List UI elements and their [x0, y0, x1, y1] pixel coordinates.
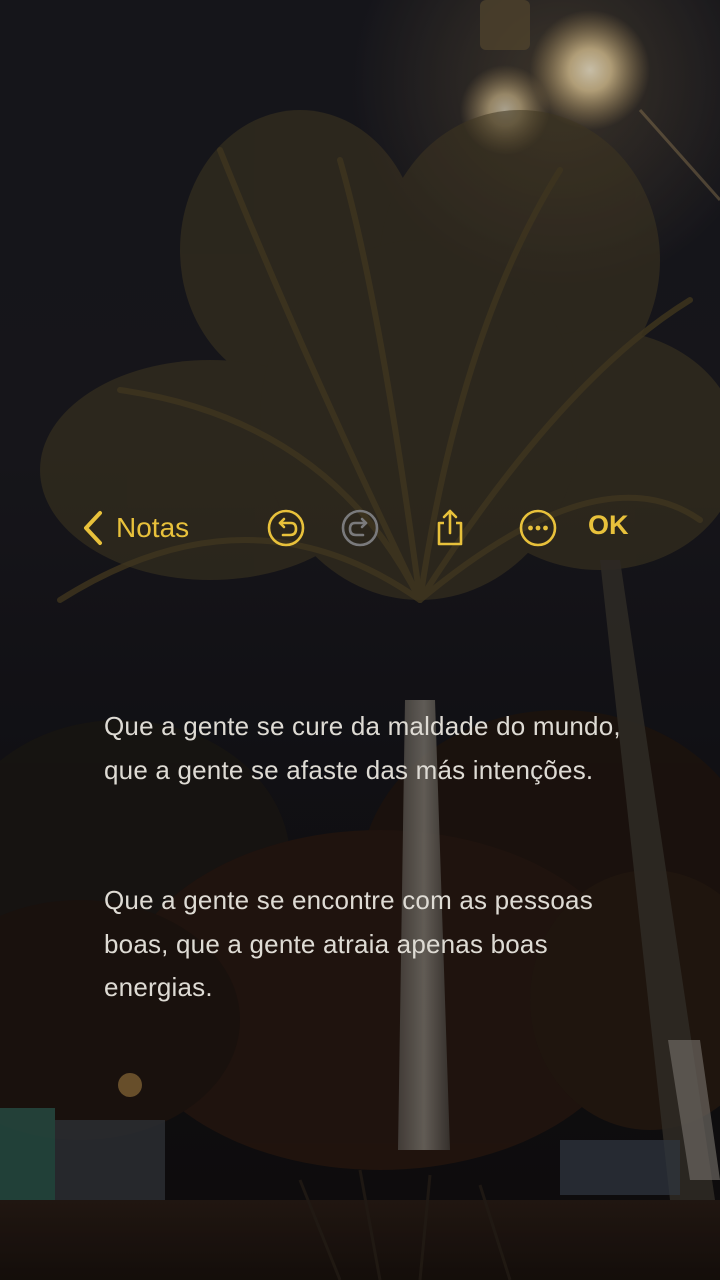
redo-icon — [341, 509, 379, 547]
back-to-notes-button[interactable]: Notas — [80, 506, 189, 550]
note-paragraph: Que a gente se encontre com as pessoas b… — [104, 885, 601, 1002]
more-options-icon — [519, 509, 557, 547]
chevron-left-icon — [84, 511, 102, 545]
notes-screen: Notas OK Que a gente se cure da maldade … — [0, 0, 720, 1280]
undo-button[interactable] — [264, 506, 308, 550]
redo-button[interactable] — [338, 506, 382, 550]
share-icon — [437, 509, 463, 546]
more-options-button[interactable] — [516, 506, 560, 550]
note-toolbar: Notas OK — [0, 498, 720, 558]
note-paragraph: Que a gente se cure da maldade do mundo,… — [104, 711, 629, 785]
back-button-label: Notas — [116, 512, 190, 543]
undo-icon — [267, 509, 305, 547]
done-button[interactable]: OK — [588, 510, 629, 541]
note-body[interactable]: Que a gente se cure da maldade do mundo,… — [104, 618, 644, 1097]
share-button[interactable] — [428, 506, 472, 550]
